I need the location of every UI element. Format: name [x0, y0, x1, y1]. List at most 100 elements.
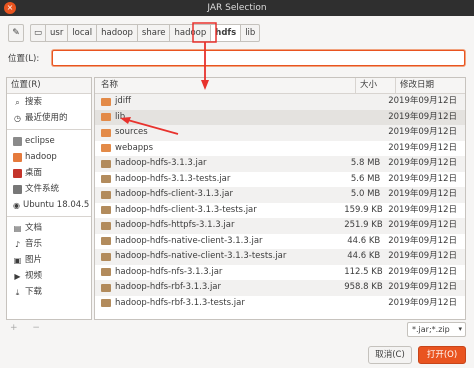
sidebar-item-label: hadoop [25, 152, 57, 162]
jar-file-icon [101, 175, 111, 184]
breadcrumb: ▭ usr local hadoop share hadoop hdfs lib [30, 24, 261, 42]
crumb-share[interactable]: share [136, 24, 171, 42]
table-row[interactable]: lib 2019年09月12日 [95, 109, 465, 126]
file-name-cell: lib [95, 110, 346, 126]
file-size-cell: 112.5 KB [344, 266, 383, 277]
file-name: hadoop-hdfs-native-client-3.1.3.jar [115, 235, 263, 246]
location-input[interactable] [52, 50, 465, 66]
pencil-icon[interactable]: ✎ [8, 24, 24, 42]
file-name-cell: hadoop-hdfs-native-client-3.1.3-tests.ja… [95, 249, 346, 265]
file-name: hadoop-hdfs-rbf-3.1.3-tests.jar [115, 297, 245, 308]
file-name: hadoop-hdfs-3.1.3.jar [115, 158, 207, 168]
sidebar-item-label: 文档 [25, 223, 43, 233]
sidebar-item-eclipse[interactable]: eclipse [7, 133, 91, 149]
add-bookmark-button[interactable]: + [10, 323, 18, 333]
location-label: 位置(L): [8, 54, 40, 64]
sidebar-item-label: 文件系统 [25, 184, 60, 194]
sidebar-item-downloads[interactable]: ⤓ 下载 [7, 284, 91, 300]
file-name: hadoop-hdfs-native-client-3.1.3-tests.ja… [115, 251, 287, 261]
sidebar-item-label: eclipse [25, 136, 55, 146]
sidebar-item-recent[interactable]: ◷ 最近使用的 [7, 110, 91, 126]
sidebar-item-search[interactable]: ⌕ 搜索 [7, 94, 91, 110]
file-name: lib [115, 111, 126, 122]
table-row[interactable]: hadoop-hdfs-rbf-3.1.3-tests.jar 2019年09月1… [95, 296, 465, 312]
sidebar-item-label: Ubuntu 18.04.5 ... [22, 200, 91, 210]
file-size-cell [346, 141, 385, 157]
jar-file-icon [101, 268, 111, 277]
file-size-cell: 5.8 MB [350, 158, 381, 168]
crumb-hadoop[interactable]: hadoop [96, 24, 138, 42]
file-name-cell: hadoop-hdfs-3.1.3-tests.jar [95, 172, 346, 188]
file-name: jdiff [115, 96, 131, 106]
file-size-cell: 159.9 KB [344, 204, 383, 215]
file-name-cell: hadoop-hdfs-client-3.1.3-tests.jar [95, 203, 344, 219]
file-name: sources [115, 127, 148, 137]
folder-icon [101, 97, 111, 106]
table-row[interactable]: hadoop-hdfs-native-client-3.1.3.jar 44.6 … [95, 234, 465, 250]
file-size-cell: 5.0 MB [350, 189, 381, 199]
file-name-cell: hadoop-hdfs-client-3.1.3.jar [95, 187, 346, 203]
folder-icon [101, 113, 111, 122]
jar-file-icon [101, 283, 111, 292]
cancel-button[interactable]: 取消(C) [368, 346, 412, 364]
sidebar-item-music[interactable]: ♪ 音乐 [7, 236, 91, 252]
table-row[interactable]: hadoop-hdfs-rbf-3.1.3.jar 958.8 KB 2019年09… [95, 280, 465, 296]
table-row[interactable]: hadoop-hdfs-httpfs-3.1.3.jar 251.9 KB 2019… [95, 218, 465, 234]
table-row[interactable]: hadoop-hdfs-3.1.3.jar 5.8 MB 2019年09月12日 [95, 156, 465, 172]
crumb-lib[interactable]: lib [240, 24, 261, 42]
table-row[interactable]: hadoop-hdfs-3.1.3-tests.jar 5.6 MB 2019年09… [95, 172, 465, 188]
table-row[interactable]: hadoop-hdfs-native-client-3.1.3-tests.ja… [95, 249, 465, 265]
sidebar-item-pictures[interactable]: ▣ 图片 [7, 252, 91, 268]
crumb-hadoop-2[interactable]: hadoop [169, 24, 212, 42]
file-name: hadoop-hdfs-nfs-3.1.3.jar [115, 266, 223, 277]
drive-icon: ▭ [33, 28, 43, 38]
file-date-cell: 2019年09月12日 [388, 266, 457, 277]
sidebar-item-documents[interactable]: ▤ 文档 [7, 220, 91, 236]
drive-icon [13, 184, 22, 194]
file-date-cell: 2019年09月12日 [388, 204, 457, 215]
sidebar-item-label: 视频 [25, 271, 43, 281]
jar-file-icon [101, 299, 111, 308]
file-size-cell: 958.8 KB [344, 282, 383, 292]
sidebar-item-label: 图片 [25, 255, 43, 265]
crumb-usr[interactable]: usr [45, 24, 69, 42]
open-button[interactable]: 打开(O) [418, 346, 466, 364]
file-name-cell: hadoop-hdfs-rbf-3.1.3-tests.jar [95, 296, 346, 312]
file-list: 名称 大小 修改日期 jdiff 2019年09月12日 lib 2019年09月12… [94, 77, 466, 320]
file-type-filter[interactable]: *.jar;*.zip ▾ [407, 322, 466, 337]
places-sidebar: 位置(R) ⌕ 搜索 ◷ 最近使用的 eclipse hadoop 桌面 文件系… [6, 77, 92, 320]
column-header-date[interactable]: 修改日期 [396, 78, 465, 93]
table-row[interactable]: webapps 2019年09月12日 [95, 141, 465, 157]
sidebar-item-videos[interactable]: ▶ 视频 [7, 268, 91, 284]
file-size-cell [346, 296, 385, 312]
file-date-cell: 2019年09月12日 [388, 96, 457, 106]
sidebar-item-label: 下载 [25, 287, 43, 297]
table-row[interactable]: hadoop-hdfs-client-3.1.3-tests.jar 159.9 … [95, 203, 465, 219]
table-row[interactable]: hadoop-hdfs-nfs-3.1.3.jar 112.5 KB 2019年09… [95, 265, 465, 281]
file-name: hadoop-hdfs-3.1.3-tests.jar [115, 173, 231, 184]
sidebar-item-hadoop[interactable]: hadoop [7, 149, 91, 165]
crumb-hdfs[interactable]: hdfs [210, 24, 242, 42]
sidebar-item-ubuntu-disc[interactable]: ◉ Ubuntu 18.04.5 ... [7, 197, 91, 213]
close-window-button[interactable]: × [4, 2, 16, 14]
pictures-icon: ▣ [13, 255, 22, 265]
table-row[interactable]: jdiff 2019年09月12日 [95, 94, 465, 110]
sidebar-item-desktop[interactable]: 桌面 [7, 165, 91, 181]
file-size-cell [346, 125, 385, 141]
jar-file-icon [101, 221, 111, 230]
column-header-name[interactable]: 名称 [95, 78, 356, 93]
sidebar-item-filesystem[interactable]: 文件系统 [7, 181, 91, 197]
folder-icon [101, 128, 111, 137]
sidebar-item-label: 最近使用的 [25, 113, 68, 123]
column-header-size[interactable]: 大小 [356, 78, 396, 93]
file-rows: jdiff 2019年09月12日 lib 2019年09月12日 sources 201… [95, 94, 465, 311]
root-crumb-button[interactable]: ▭ [30, 24, 46, 42]
remove-bookmark-button[interactable]: − [32, 323, 40, 333]
crumb-local[interactable]: local [67, 24, 98, 42]
file-date-cell: 2019年09月12日 [388, 127, 457, 137]
dialog-actions: 取消(C) 打开(O) [0, 344, 474, 366]
folder-icon [13, 136, 22, 146]
table-row[interactable]: sources 2019年09月12日 [95, 125, 465, 141]
file-size-cell [346, 94, 385, 110]
table-row[interactable]: hadoop-hdfs-client-3.1.3.jar 5.0 MB 2019年0… [95, 187, 465, 203]
